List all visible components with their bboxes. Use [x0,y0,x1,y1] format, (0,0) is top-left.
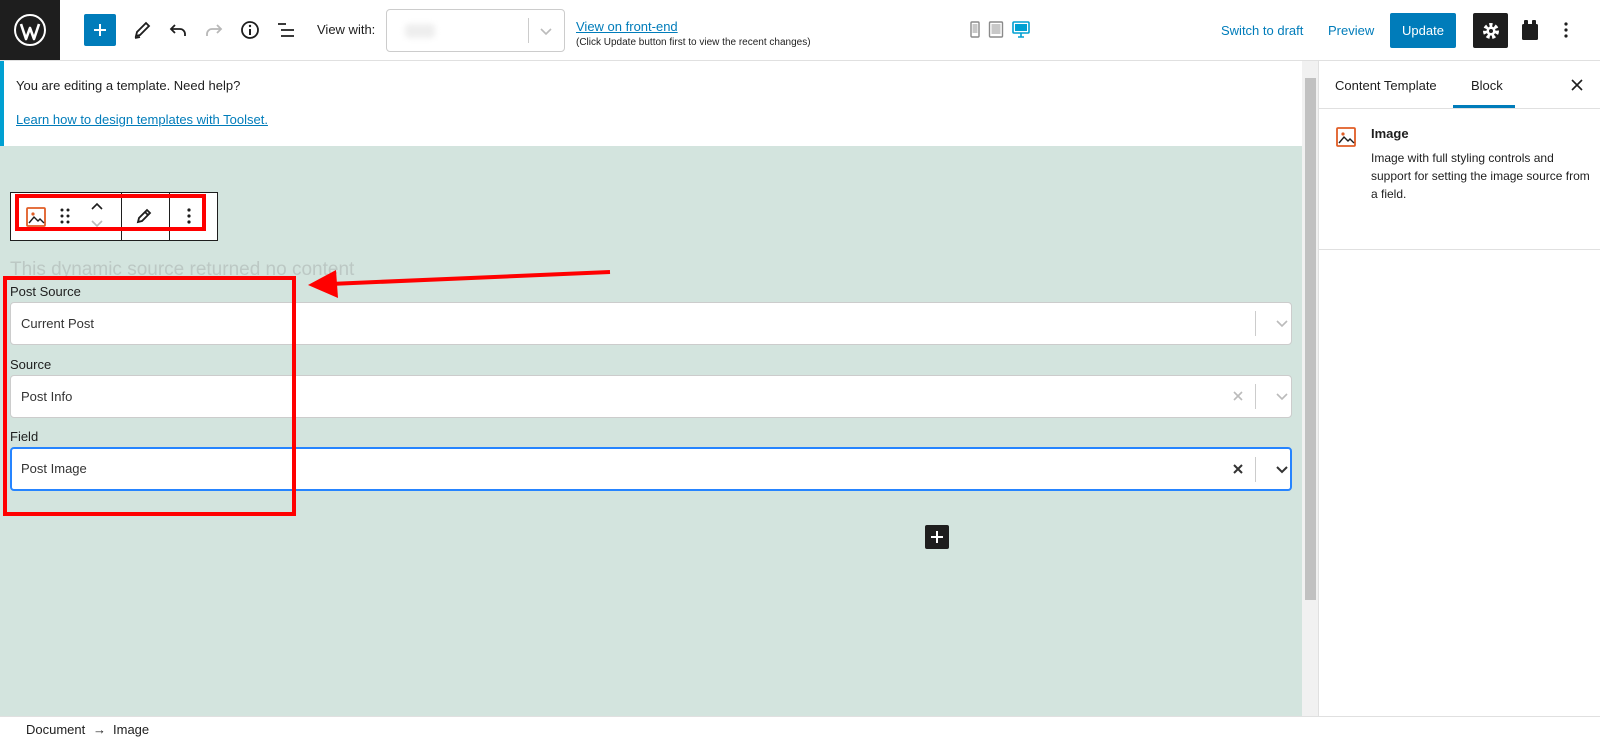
info-icon [241,21,259,39]
editor-scrollbar-thumb[interactable] [1305,78,1316,600]
chevron-down-icon [540,28,552,36]
notice-text: You are editing a template. Need help? [16,78,241,93]
plus-icon [931,531,943,543]
wordpress-logo-button[interactable] [0,0,60,60]
tools-button[interactable] [126,14,158,46]
block-card-description: Image with full styling controls and sup… [1371,151,1590,201]
view-with-select[interactable] [386,9,565,52]
settings-button[interactable] [1473,13,1508,48]
select-separator [1255,457,1256,482]
mobile-preview-icon[interactable] [968,21,982,39]
sidebar-tabs: Content Template Block [1319,61,1600,109]
block-card: Image Image with full styling controls a… [1319,110,1600,250]
editor-top-toolbar: View with: View on front-end (Click Upda… [0,0,1600,61]
switch-to-draft-button[interactable]: Switch to draft [1221,23,1303,38]
toolset-icon [1522,20,1538,40]
block-card-title: Image [1371,126,1409,141]
clear-icon[interactable] [1229,387,1247,405]
redo-icon [206,24,223,36]
clear-icon[interactable] [1229,460,1247,478]
undo-button[interactable] [162,14,194,46]
breadcrumb-document[interactable]: Document [26,722,85,737]
breadcrumb-separator: → [93,722,106,737]
view-on-front-end-link[interactable]: View on front-end [576,19,678,34]
toolset-plugin-button[interactable] [1514,14,1546,46]
select-separator [1255,311,1256,336]
chevron-down-icon[interactable] [1273,387,1291,405]
select-separator [1255,384,1256,409]
block-inserter-button[interactable] [925,525,949,549]
template-notice: You are editing a template. Need help? L… [0,61,1302,146]
block-breadcrumb: Document → Image [0,716,1600,740]
annotation-highlight-fields [3,276,296,516]
settings-sidebar: Content Template Block Image Image with … [1318,61,1600,716]
active-tab-indicator [1453,105,1515,108]
plus-icon [94,24,106,36]
view-with-label: View with: [317,22,376,37]
tab-block[interactable]: Block [1471,78,1503,93]
more-vertical-icon [1564,22,1568,38]
tablet-preview-icon[interactable] [988,21,1004,39]
close-icon[interactable] [1569,77,1585,93]
annotation-arrow-icon [308,270,611,298]
list-view-button[interactable] [270,14,302,46]
learn-templates-link[interactable]: Learn how to design templates with Tools… [16,112,268,127]
list-view-icon [278,23,294,37]
annotation-highlight-toolbar [15,194,206,231]
undo-icon [169,24,186,36]
image-block-icon [1336,127,1356,147]
view-on-front-end-hint: (Click Update button first to view the r… [576,37,811,48]
pencil-icon [134,21,151,39]
preview-button[interactable]: Preview [1328,23,1374,38]
desktop-preview-icon[interactable] [1012,21,1030,39]
breadcrumb-image[interactable]: Image [113,722,149,737]
add-block-button[interactable] [84,14,116,46]
view-with-selected-value [405,24,435,38]
redo-button[interactable] [198,14,230,46]
update-button[interactable]: Update [1390,13,1456,48]
wordpress-icon [14,14,46,46]
details-button[interactable] [234,14,266,46]
gear-icon [1482,22,1499,39]
chevron-down-icon[interactable] [1273,460,1291,478]
options-button[interactable] [1550,14,1582,46]
tab-content-template[interactable]: Content Template [1335,78,1437,93]
select-separator [528,18,529,43]
chevron-down-icon[interactable] [1273,314,1291,332]
